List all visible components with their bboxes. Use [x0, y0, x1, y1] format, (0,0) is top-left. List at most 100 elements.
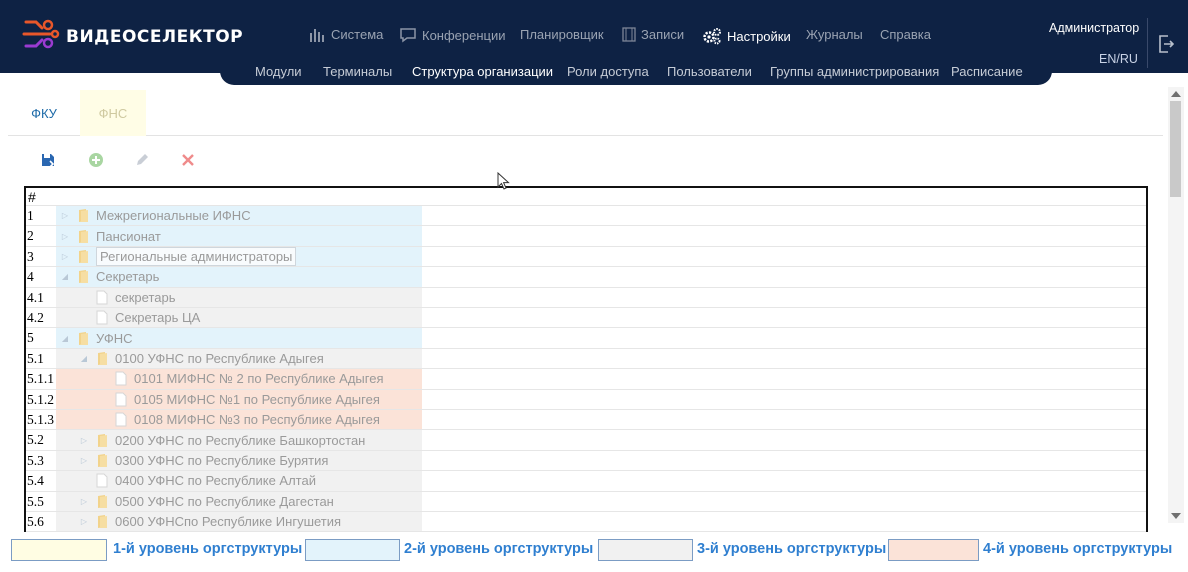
tree-cell: ▷ 0500 УФНС по Республике Дагестан — [56, 491, 422, 511]
tree-node[interactable]: ▷ Межрегиональные ИФНС — [60, 206, 251, 225]
table-row[interactable]: 3 ▷ Региональные администраторы — [26, 246, 1146, 268]
table-row[interactable]: 4.2 Секретарь ЦА — [26, 308, 1146, 329]
tree-node[interactable]: ▷ 0200 УФНС по Республике Башкортостан — [79, 430, 365, 449]
tree-cell: ▷ 0300 УФНС по Республике Бурятия — [56, 450, 422, 471]
nav-item-journals[interactable]: Журналы — [806, 27, 863, 42]
tree-node[interactable]: 0105 МИФНС №1 по Республике Адыгея — [98, 390, 380, 409]
nav-item-conferences[interactable]: Конференции — [399, 27, 506, 43]
row-number: 5.1.1 — [27, 371, 54, 387]
tree-node-label: 0600 УФНСпо Республике Ингушетия — [115, 514, 342, 530]
tree-node[interactable]: Секретарь ЦА — [79, 308, 200, 327]
tree-cell: 0400 УФНС по Республике Алтай — [56, 471, 422, 491]
expand-arrow-icon[interactable]: ▷ — [79, 436, 89, 445]
nav-item-label: Система — [331, 27, 384, 42]
folder-icon — [79, 249, 88, 263]
tab-fku[interactable]: ФКУ — [16, 90, 72, 136]
folder-icon — [98, 433, 107, 447]
table-row[interactable]: 5.1.1 0101 МИФНС № 2 по Республике Адыгея — [26, 369, 1146, 390]
subnav-item-users[interactable]: Пользователи — [667, 64, 752, 79]
tree-node[interactable]: 0108 МИФНС №3 по Республике Адыгея — [98, 410, 380, 429]
tab-fns[interactable]: ФНС — [80, 90, 146, 136]
nav-item-system[interactable]: Система — [309, 27, 383, 42]
tree-node[interactable]: ◢ УФНС — [60, 328, 133, 347]
brand-logo[interactable]: ВИДЕОСЕЛЕКТОР — [22, 18, 243, 54]
tree-node[interactable]: ▷ 0500 УФНС по Республике Дагестан — [79, 492, 334, 511]
subnav-item-modules[interactable]: Модули — [255, 64, 302, 79]
nav-item-label: Справка — [880, 27, 931, 42]
expand-arrow-icon[interactable]: ▷ — [60, 232, 70, 241]
brand-logo-icon — [22, 19, 60, 49]
expand-arrow-icon[interactable]: ▷ — [79, 497, 89, 506]
subnav-item-label: Роли доступа — [567, 64, 649, 79]
tree-node[interactable]: ◢ Секретарь — [60, 267, 159, 286]
collapse-arrow-icon[interactable]: ◢ — [60, 334, 70, 343]
logout-button[interactable] — [1158, 34, 1175, 59]
table-row[interactable]: 4.1 секретарь — [26, 287, 1146, 308]
nav-item-scheduler[interactable]: Планировщик — [520, 27, 604, 42]
subnav-item-org-structure[interactable]: Структура организации — [412, 64, 553, 79]
table-row[interactable]: 5.3 ▷ 0300 УФНС по Республике Бурятия — [26, 450, 1146, 472]
document-icon — [96, 310, 108, 325]
org-tabs: ФКУ ФНС — [8, 90, 1163, 136]
table-row[interactable]: 5.5 ▷ 0500 УФНС по Республике Дагестан — [26, 491, 1146, 512]
table-row[interactable]: 5.2 ▷ 0200 УФНС по Республике Башкортостан — [26, 430, 1146, 451]
tree-node[interactable]: ◢ 0100 УФНС по Республике Адыгея — [79, 349, 324, 368]
subnav-item-terminals[interactable]: Терминалы — [323, 64, 392, 79]
tree-node[interactable]: ▷ Пансионат — [60, 226, 161, 245]
language-switch[interactable]: EN/RU — [1099, 52, 1138, 66]
row-number: 4 — [27, 269, 34, 285]
vertical-scrollbar[interactable] — [1168, 87, 1184, 523]
table-row[interactable]: 4 ◢ Секретарь — [26, 267, 1146, 288]
tree-node[interactable]: ▷ Региональные администраторы — [60, 246, 297, 266]
nav-item-help[interactable]: Справка — [880, 27, 931, 42]
table-row[interactable]: 1 ▷ Межрегиональные ИФНС — [26, 206, 1146, 227]
subnav-item-access-roles[interactable]: Роли доступа — [567, 64, 649, 79]
expand-arrow-icon[interactable]: ▷ — [79, 517, 89, 526]
folder-icon — [98, 494, 107, 508]
table-row[interactable]: 5.6 ▷ 0600 УФНСпо Республике Ингушетия — [26, 512, 1146, 532]
film-icon — [622, 27, 636, 42]
table-row[interactable]: 5.4 0400 УФНС по Республике Алтай — [26, 471, 1146, 492]
scroll-up-arrow-icon[interactable] — [1171, 91, 1181, 97]
tree-node[interactable]: ▷ 0600 УФНСпо Республике Ингушетия — [79, 512, 341, 531]
nav-item-settings[interactable]: Настройки — [702, 27, 791, 45]
nav-item-records[interactable]: Записи — [622, 27, 684, 42]
tree-cell: секретарь — [56, 287, 422, 307]
tree-node[interactable]: секретарь — [79, 288, 176, 307]
expand-arrow-icon[interactable]: ▷ — [60, 252, 70, 261]
subnav-item-admin-groups[interactable]: Группы администрирования — [770, 64, 939, 79]
tree-node[interactable]: 0101 МИФНС № 2 по Республике Адыгея — [98, 369, 383, 388]
table-row[interactable]: 5 ◢ УФНС — [26, 328, 1146, 349]
table-row[interactable]: 2 ▷ Пансионат — [26, 226, 1146, 247]
chat-bubble-icon — [400, 28, 416, 43]
tree-node-label: 0500 УФНС по Республике Дагестан — [115, 493, 334, 509]
save-button[interactable] — [38, 150, 58, 170]
org-structure-grid: # 1 ▷ Межрегиональные ИФНС 2 ▷ Пансионат 3 ▷ Рег… — [24, 186, 1148, 532]
folder-icon — [98, 515, 107, 529]
subnav-item-schedule[interactable]: Расписание — [951, 64, 1023, 79]
edit-button[interactable] — [132, 150, 152, 170]
folder-icon — [79, 229, 88, 243]
row-number: 5.4 — [27, 473, 44, 489]
expand-arrow-icon[interactable]: ▷ — [79, 456, 89, 465]
tree-cell: ◢ 0100 УФНС по Республике Адыгея — [56, 348, 422, 369]
nav-item-label: Журналы — [806, 27, 863, 42]
legend-swatch-level-3 — [598, 539, 693, 561]
legend-swatch-level-2 — [305, 539, 400, 561]
delete-button[interactable] — [178, 150, 198, 170]
tree-node-label: 0108 МИФНС №3 по Республике Адыгея — [134, 412, 380, 428]
tree-node[interactable]: 0400 УФНС по Республике Алтай — [79, 471, 316, 490]
gears-icon — [703, 28, 721, 45]
expand-arrow-icon[interactable]: ▷ — [60, 211, 70, 220]
table-row[interactable]: 5.1.2 0105 МИФНС №1 по Республике Адыгея — [26, 389, 1146, 410]
table-row[interactable]: 5.1 ◢ 0100 УФНС по Республике Адыгея — [26, 348, 1146, 370]
tree-node[interactable]: ▷ 0300 УФНС по Республике Бурятия — [79, 451, 328, 470]
scroll-down-arrow-icon[interactable] — [1171, 513, 1181, 519]
add-button[interactable] — [86, 150, 106, 170]
user-name[interactable]: Администратор — [1049, 21, 1139, 35]
row-number: 5 — [27, 330, 34, 346]
table-row[interactable]: 5.1.3 0108 МИФНС №3 по Республике Адыгея — [26, 410, 1146, 431]
scroll-thumb[interactable] — [1170, 101, 1181, 197]
collapse-arrow-icon[interactable]: ◢ — [79, 354, 89, 363]
collapse-arrow-icon[interactable]: ◢ — [60, 272, 70, 281]
